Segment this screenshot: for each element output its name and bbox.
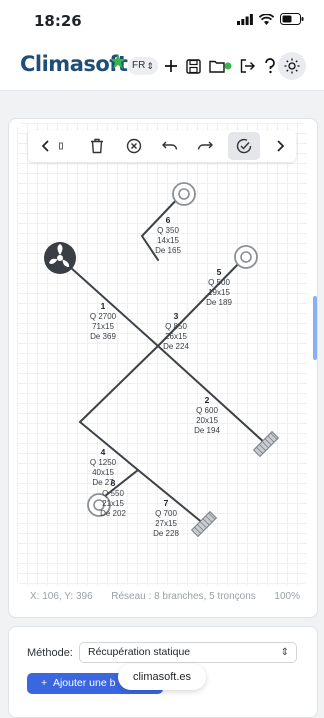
undo-icon [162, 141, 178, 150]
check-circle-icon [236, 138, 252, 154]
svg-text:8: 8 [111, 478, 116, 488]
method-label: Méthode: [27, 647, 73, 659]
redo-button[interactable] [191, 132, 219, 160]
canvas-status-bar: X: 106, Y: 396 Réseau : 8 branches, 5 tr… [30, 591, 300, 602]
svg-text:27x15: 27x15 [155, 519, 177, 528]
svg-text:De 369: De 369 [90, 332, 116, 341]
diffuser-5-icon[interactable] [234, 245, 258, 269]
branch-label-2[interactable]: 2 Q 600 20x15 De 194 [194, 395, 220, 435]
svg-text:Q 2700: Q 2700 [90, 312, 117, 321]
svg-text:De 165: De 165 [155, 246, 181, 255]
svg-text:Q 350: Q 350 [157, 226, 179, 235]
branch-label-6[interactable]: 6 Q 350 14x15 De 165 [155, 215, 181, 255]
svg-text:14x15: 14x15 [157, 236, 179, 245]
method-select[interactable]: Récupération statique ⇕ [79, 642, 297, 663]
svg-text:De 194: De 194 [194, 426, 220, 435]
trash-icon [91, 138, 103, 154]
close-circle-icon [126, 138, 142, 154]
svg-text:De 224: De 224 [163, 342, 189, 351]
svg-text:7: 7 [164, 498, 169, 508]
validate-button[interactable] [228, 132, 260, 160]
scroll-marker-icon [59, 142, 63, 150]
svg-text:71x15: 71x15 [92, 322, 114, 331]
branch-line-4 [78, 345, 159, 471]
method-selected-value: Récupération statique [88, 646, 191, 658]
chevron-updown-icon: ⇕ [280, 647, 289, 658]
svg-text:1: 1 [101, 301, 106, 311]
svg-text:40x15: 40x15 [92, 468, 114, 477]
undo-button[interactable] [156, 132, 184, 160]
svg-text:21x15: 21x15 [102, 499, 124, 508]
add-branch-label: Ajouter une b [52, 677, 116, 689]
diffuser-6-icon[interactable] [172, 182, 196, 206]
branch-label-1[interactable]: 1 Q 2700 71x15 De 369 [90, 301, 117, 341]
svg-text:Q 1250: Q 1250 [90, 458, 117, 467]
chevron-right-icon [277, 140, 285, 152]
svg-text:De 228: De 228 [153, 529, 179, 538]
svg-text:De 202: De 202 [100, 509, 126, 518]
toolbar-next-button[interactable] [266, 132, 294, 160]
canvas-toolbar [28, 130, 296, 162]
svg-text:19x15: 19x15 [208, 288, 230, 297]
svg-text:26x15: 26x15 [165, 332, 187, 341]
svg-text:De 189: De 189 [206, 298, 232, 307]
network-summary: Réseau : 8 branches, 5 tronçons [111, 591, 256, 602]
redo-icon [197, 141, 213, 150]
svg-text:5: 5 [217, 267, 222, 277]
svg-text:4: 4 [101, 447, 106, 457]
grille-7-icon[interactable] [190, 510, 218, 538]
svg-text:Q 850: Q 850 [165, 322, 187, 331]
svg-text:3: 3 [174, 311, 179, 321]
plus-icon: + [41, 677, 53, 689]
svg-text:2: 2 [205, 395, 210, 405]
svg-text:Q 700: Q 700 [155, 509, 177, 518]
svg-text:6: 6 [166, 215, 171, 225]
branch-label-7[interactable]: 7 Q 700 27x15 De 228 [153, 498, 179, 538]
toolbar-scroll-marker [56, 132, 66, 160]
cursor-coordinates: X: 106, Y: 396 [30, 591, 93, 602]
delete-button[interactable] [83, 132, 111, 160]
svg-text:Q 500: Q 500 [208, 278, 230, 287]
svg-text:Q 600: Q 600 [196, 406, 218, 415]
svg-text:20x15: 20x15 [196, 416, 218, 425]
page-scrollbar[interactable] [313, 296, 317, 360]
zoom-level[interactable]: 100% [274, 591, 300, 602]
svg-text:Q 550: Q 550 [102, 489, 124, 498]
chevron-left-icon [41, 140, 49, 152]
clear-button[interactable] [120, 132, 148, 160]
url-toast: climasoft.es [118, 664, 206, 690]
fan-icon[interactable] [44, 242, 76, 274]
